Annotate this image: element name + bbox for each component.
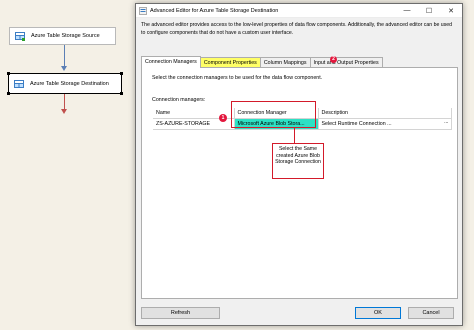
resize-handle[interactable] [7, 72, 10, 75]
resize-handle[interactable] [120, 72, 123, 75]
ellipsis-button[interactable]: ... [444, 119, 448, 125]
annotation-callout: Select the Same created Azure Blob Stora… [272, 143, 324, 179]
error-path-arrow-icon [61, 109, 67, 114]
dialog-footer: Refresh OK Cancel [136, 302, 462, 326]
annotation-pointer-line [294, 127, 295, 144]
step-marker-1: 1 [219, 114, 227, 122]
close-button[interactable]: ✕ [440, 4, 462, 18]
minimize-button[interactable]: — [396, 4, 418, 18]
maximize-button[interactable]: ☐ [418, 4, 440, 18]
dialog-title: Advanced Editor for Azure Table Storage … [150, 7, 279, 14]
data-path-line[interactable] [64, 45, 65, 67]
connection-managers-label: Connection managers: [152, 97, 206, 103]
destination-node[interactable]: Azure Table Storage Destination [7, 72, 123, 95]
cell-description[interactable]: Select Runtime Connection ... ... [318, 118, 452, 130]
error-path-line[interactable] [64, 94, 65, 110]
data-path-arrow-icon [61, 66, 67, 71]
panel-instruction: Select the connection managers to be use… [152, 75, 323, 81]
cancel-button[interactable]: Cancel [408, 307, 454, 319]
annotation-highlight-box [231, 101, 316, 128]
app-icon [139, 6, 147, 15]
table-source-icon [14, 30, 26, 42]
resize-handle[interactable] [7, 92, 10, 95]
step-marker-2: 2 [330, 56, 337, 63]
destination-node-label: Azure Table Storage Destination [30, 80, 109, 87]
resize-handle[interactable] [120, 92, 123, 95]
column-header-description[interactable]: Description [318, 108, 452, 119]
source-node[interactable]: Azure Table Storage Source [9, 27, 116, 45]
ok-button[interactable]: OK [355, 307, 401, 319]
refresh-button[interactable]: Refresh [141, 307, 220, 319]
tab-connection-managers[interactable]: Connection Managers [141, 56, 201, 68]
table-destination-icon [13, 78, 25, 90]
description-value: Select Runtime Connection ... [321, 120, 392, 127]
source-node-label: Azure Table Storage Source [31, 33, 100, 39]
dialog-description: The advanced editor provides access to t… [141, 22, 453, 36]
title-bar[interactable]: Advanced Editor for Azure Table Storage … [136, 4, 462, 18]
